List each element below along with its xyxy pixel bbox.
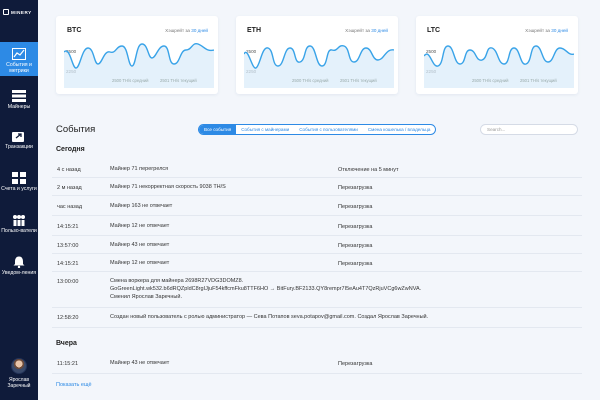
table-row[interactable]: 11:15:21 Майнер 43 не отвечает Перезагру… <box>52 354 582 374</box>
event-message: Майнер 12 не отвечает <box>110 223 170 229</box>
event-message: Майнер 12 не отвечает <box>110 260 170 266</box>
table-row[interactable]: 13:57:00 Майнер 43 не отвечает Перезагру… <box>52 236 582 254</box>
tab-wallet-owner-change[interactable]: Смена кошелька / владельца <box>363 125 436 134</box>
event-message: Майнер 163 не отвечает <box>110 203 173 209</box>
logo-icon <box>3 9 9 15</box>
coin-name: ETH <box>247 27 261 34</box>
event-time: 14:15:21 <box>57 261 79 267</box>
sidebar-item-label: Счета и услуги <box>1 186 37 192</box>
event-message: Майнер 43 не отвечает <box>110 242 170 248</box>
event-time: 13:00:00 <box>57 279 79 285</box>
legend-current: 2501 TH/s текущий <box>340 78 377 83</box>
user-profile[interactable]: Ярослав Заречный <box>0 358 38 389</box>
event-action: Перезагрузка <box>338 224 373 230</box>
sidebar-item-notifications[interactable]: Уведом-ления <box>0 250 38 288</box>
app-logo[interactable]: MINERY <box>3 6 37 18</box>
sidebar-item-label: Транзакции <box>5 144 33 150</box>
events-title: События <box>56 124 96 135</box>
sidebar-item-users[interactable]: Пользо-ватели <box>0 208 38 246</box>
hashrate-chart: 2500 2250 2500 TH/s средний 2501 TH/s те… <box>64 42 214 88</box>
show-more-link[interactable]: Показать ещё <box>56 382 92 388</box>
tab-miner-events[interactable]: События с майнерами <box>236 125 294 134</box>
share-icon <box>12 132 24 142</box>
coin-card-ltc: LTC Хэшрейт за 30 дней 2500 2250 2500 TH… <box>416 16 578 94</box>
bell-icon <box>13 256 25 268</box>
coin-name: LTC <box>427 27 441 34</box>
hashrate-period: Хэшрейт за 30 дней <box>525 28 568 33</box>
event-time: 14:15:21 <box>57 224 79 230</box>
event-time: 11:15:21 <box>57 361 79 367</box>
sidebar-item-transactions[interactable]: Транзакции <box>0 124 38 154</box>
hashrate-chart: 2500 2250 2500 TH/s средний 2501 TH/s те… <box>424 45 574 88</box>
legend-average: 2500 TH/s средний <box>292 78 329 83</box>
y-tick: 2500 <box>426 49 437 54</box>
event-action: Перезагрузка <box>338 204 373 210</box>
coin-card-eth: ETH Хэшрейт за 30 дней 2500 2250 2500 TH… <box>236 16 398 94</box>
event-time: 2 м назад <box>57 185 82 191</box>
search-input[interactable] <box>480 124 578 135</box>
coin-name: BTC <box>67 27 82 34</box>
logo-text: MINERY <box>11 9 32 15</box>
hashrate-chart: 2500 2250 2500 TH/s средний 2501 TH/s те… <box>244 44 394 88</box>
sidebar: MINERY События и метрики Майнеры Транзак… <box>0 0 38 400</box>
legend-current: 2501 TH/s текущий <box>160 78 197 83</box>
section-title-yesterday: Вчера <box>56 340 77 347</box>
period-link[interactable]: 30 дней <box>551 28 568 33</box>
user-name: Ярослав Заречный <box>7 377 31 389</box>
table-row[interactable]: 4 с назад Майнер 71 перегрелся Отключени… <box>52 160 582 178</box>
event-action: Перезагрузка <box>338 185 373 191</box>
table-row[interactable]: 12:58:20 Создан новый пользователь с рол… <box>52 308 582 328</box>
event-time: 4 с назад <box>57 167 81 173</box>
sidebar-item-accounts[interactable]: Счета и услуги <box>0 166 38 204</box>
chart-line-icon <box>12 48 26 60</box>
event-message-line: Сменил Ярослав Заречный. <box>110 294 182 300</box>
event-message: Майнер 71 некорректная скорость 9038 TH/… <box>110 184 226 190</box>
event-action: Перезагрузка <box>338 361 373 367</box>
legend-average: 2500 TH/s средний <box>472 78 509 83</box>
hashrate-period: Хэшрейт за 30 дней <box>165 28 208 33</box>
period-link[interactable]: 30 дней <box>191 28 208 33</box>
legend-current: 2501 TH/s текущий <box>520 78 557 83</box>
table-row[interactable]: час назад Майнер 163 не отвечает Перезаг… <box>52 196 582 216</box>
server-icon <box>12 90 26 102</box>
grid-icon <box>12 172 26 184</box>
avatar <box>11 358 27 374</box>
table-row[interactable]: 14:15:21 Майнер 12 не отвечает Перезагру… <box>52 254 582 272</box>
legend-average: 2500 TH/s средний <box>112 78 149 83</box>
event-time: 12:58:20 <box>57 315 79 321</box>
table-row[interactable]: 14:15:21 Майнер 12 не отвечает Перезагру… <box>52 216 582 236</box>
event-message: Создан новый пользователь с ролью админи… <box>110 314 429 320</box>
hashrate-period: Хэшрейт за 30 дней <box>345 28 388 33</box>
sidebar-item-events[interactable]: События и метрики <box>0 42 38 76</box>
sidebar-item-label: Пользо-ватели <box>1 228 37 234</box>
event-message: Майнер 71 перегрелся <box>110 166 169 172</box>
section-title-today: Сегодня <box>56 146 85 153</box>
event-message: Смена воркера для майнера 2698R27VDG3DOM… <box>110 278 244 284</box>
tab-user-events[interactable]: События с пользователями <box>294 125 363 134</box>
event-time: 13:57:00 <box>57 243 79 249</box>
table-row[interactable]: 2 м назад Майнер 71 некорректная скорост… <box>52 178 582 196</box>
event-message-line: GoGreenLight.wk532.b6dRQZpldC8rgIJjuF54k… <box>110 286 422 292</box>
event-time: час назад <box>57 204 83 210</box>
tab-all-events[interactable]: Все события <box>199 125 237 134</box>
event-action: Перезагрузка <box>338 261 373 267</box>
event-action: Отключение на 5 минут <box>338 167 399 173</box>
event-action: Перезагрузка <box>338 243 373 249</box>
coin-card-btc: BTC Хэшрейт за 30 дней 2500 2250 2500 TH… <box>56 16 218 94</box>
users-icon <box>13 215 25 226</box>
sidebar-item-label: Уведом-ления <box>1 270 37 276</box>
period-link[interactable]: 30 дней <box>371 28 388 33</box>
event-message: Майнер 43 не отвечает <box>110 360 170 366</box>
table-row[interactable]: 13:00:00 Смена воркера для майнера 2698R… <box>52 272 582 308</box>
sidebar-item-miners[interactable]: Майнеры <box>0 84 38 114</box>
sidebar-item-label: События и метрики <box>6 62 32 74</box>
sidebar-item-label: Майнеры <box>7 104 31 110</box>
event-filter-tabs: Все события События с майнерами События … <box>198 124 437 135</box>
